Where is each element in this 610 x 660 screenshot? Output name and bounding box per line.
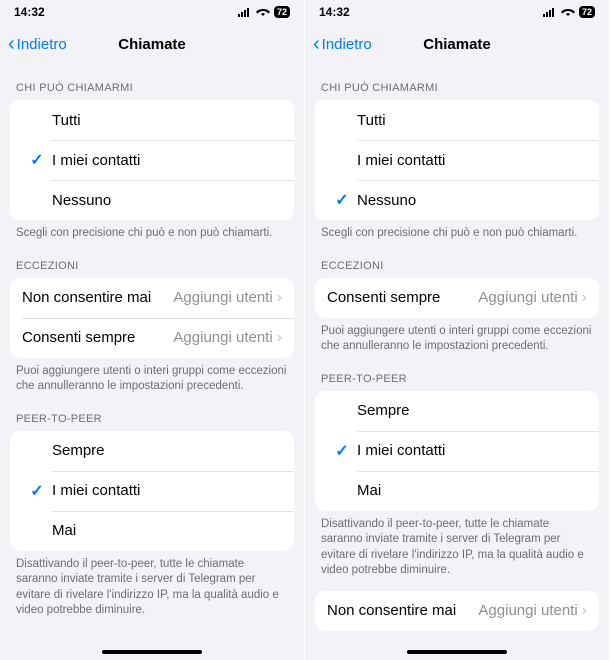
add-users-label: Aggiungi utenti <box>478 289 577 306</box>
signal-icon <box>543 7 557 17</box>
phone-left: 14:32 72 ‹ Indietro Chiamate CHI PUÒ CHI… <box>0 0 305 660</box>
chevron-right-icon: › <box>582 602 587 620</box>
section-header-p2p: PEER-TO-PEER <box>0 395 304 431</box>
option-label: Mai <box>52 522 282 539</box>
chevron-right-icon: › <box>277 329 282 347</box>
exceptions-group: Non consentire mai Aggiungi utenti › Con… <box>10 278 294 358</box>
option-contacts[interactable]: ✓ I miei contatti <box>10 140 294 180</box>
check-slot: ✓ <box>327 441 357 461</box>
wifi-icon <box>256 7 270 17</box>
check-slot: ✓ <box>22 150 52 170</box>
exceptions-group-bottom: Non consentire mai Aggiungi utenti › <box>315 591 599 631</box>
p2p-option-never[interactable]: Mai <box>315 471 599 511</box>
checkmark-icon: ✓ <box>30 481 43 501</box>
checkmark-icon: ✓ <box>30 150 43 170</box>
row-detail: Aggiungi utenti › <box>478 289 587 307</box>
row-detail: Aggiungi utenti › <box>173 329 282 347</box>
row-detail: Aggiungi utenti › <box>173 289 282 307</box>
option-contacts[interactable]: I miei contatti <box>315 140 599 180</box>
status-right: 72 <box>543 6 595 18</box>
never-allow-row[interactable]: Non consentire mai Aggiungi utenti › <box>10 278 294 318</box>
p2p-option-never[interactable]: Mai <box>10 511 294 551</box>
status-time: 14:32 <box>319 5 350 19</box>
section-header-exceptions: ECCEZIONI <box>305 242 609 278</box>
chevron-left-icon: ‹ <box>8 34 15 54</box>
section-header-p2p: PEER-TO-PEER <box>305 355 609 391</box>
row-label: Consenti sempre <box>22 329 135 346</box>
p2p-option-always[interactable]: Sempre <box>10 431 294 471</box>
option-label: Nessuno <box>52 192 282 209</box>
p2p-group: Sempre ✓ I miei contatti Mai <box>10 431 294 551</box>
wifi-icon <box>561 7 575 17</box>
option-label: Sempre <box>52 442 282 459</box>
option-label: Nessuno <box>357 192 587 209</box>
phone-right: 14:32 72 ‹ Indietro Chiamate CHI PUÒ CHI… <box>305 0 610 660</box>
add-users-label: Aggiungi utenti <box>173 289 272 306</box>
row-label: Non consentire mai <box>22 289 151 306</box>
section-header-who: CHI PUÒ CHIAMARMI <box>305 64 609 100</box>
battery-indicator: 72 <box>274 6 290 18</box>
status-bar: 14:32 72 <box>0 0 304 24</box>
p2p-option-contacts[interactable]: ✓ I miei contatti <box>10 471 294 511</box>
add-users-label: Aggiungi utenti <box>173 329 272 346</box>
option-label: I miei contatti <box>357 152 587 169</box>
content: CHI PUÒ CHIAMARMI Tutti I miei contatti … <box>305 64 609 651</box>
row-detail: Aggiungi utenti › <box>478 602 587 620</box>
status-right: 72 <box>238 6 290 18</box>
battery-indicator: 72 <box>579 6 595 18</box>
back-label: Indietro <box>17 36 67 53</box>
option-label: Sempre <box>357 402 587 419</box>
section-footer-who: Scegli con precisione chi può e non può … <box>305 220 609 242</box>
section-footer-who: Scegli con precisione chi può e non può … <box>0 220 304 242</box>
option-label: I miei contatti <box>52 152 282 169</box>
option-label: Mai <box>357 482 587 499</box>
exceptions-group: Consenti sempre Aggiungi utenti › <box>315 278 599 318</box>
status-time: 14:32 <box>14 5 45 19</box>
option-label: Tutti <box>52 112 282 129</box>
p2p-group: Sempre ✓ I miei contatti Mai <box>315 391 599 511</box>
who-can-call-group: Tutti I miei contatti ✓ Nessuno <box>315 100 599 220</box>
checkmark-icon: ✓ <box>335 190 348 210</box>
p2p-option-contacts[interactable]: ✓ I miei contatti <box>315 431 599 471</box>
row-label: Non consentire mai <box>327 602 456 619</box>
option-label: I miei contatti <box>52 482 282 499</box>
section-header-exceptions: ECCEZIONI <box>0 242 304 278</box>
option-label: Tutti <box>357 112 587 129</box>
who-can-call-group: Tutti ✓ I miei contatti Nessuno <box>10 100 294 220</box>
home-indicator <box>407 650 507 654</box>
row-label: Consenti sempre <box>327 289 440 306</box>
signal-icon <box>238 7 252 17</box>
p2p-option-always[interactable]: Sempre <box>315 391 599 431</box>
section-footer-p2p: Disattivando il peer-to-peer, tutte le c… <box>0 551 304 619</box>
check-slot: ✓ <box>327 190 357 210</box>
home-indicator <box>102 650 202 654</box>
always-allow-row[interactable]: Consenti sempre Aggiungi utenti › <box>10 318 294 358</box>
always-allow-row[interactable]: Consenti sempre Aggiungi utenti › <box>315 278 599 318</box>
navigation-bar: ‹ Indietro Chiamate <box>0 24 304 64</box>
chevron-right-icon: › <box>277 289 282 307</box>
option-none[interactable]: ✓ Nessuno <box>315 180 599 220</box>
chevron-left-icon: ‹ <box>313 34 320 54</box>
status-bar: 14:32 72 <box>305 0 609 24</box>
option-all[interactable]: Tutti <box>315 100 599 140</box>
section-footer-p2p: Disattivando il peer-to-peer, tutte le c… <box>305 511 609 579</box>
section-footer-exceptions: Puoi aggiungere utenti o interi gruppi c… <box>0 358 304 395</box>
option-none[interactable]: Nessuno <box>10 180 294 220</box>
option-label: I miei contatti <box>357 442 587 459</box>
check-slot: ✓ <box>22 481 52 501</box>
checkmark-icon: ✓ <box>335 441 348 461</box>
section-footer-exceptions: Puoi aggiungere utenti o interi gruppi c… <box>305 318 609 355</box>
back-button[interactable]: ‹ Indietro <box>8 34 67 54</box>
content: CHI PUÒ CHIAMARMI Tutti ✓ I miei contatt… <box>0 64 304 639</box>
option-all[interactable]: Tutti <box>10 100 294 140</box>
chevron-right-icon: › <box>582 289 587 307</box>
navigation-bar: ‹ Indietro Chiamate <box>305 24 609 64</box>
back-label: Indietro <box>322 36 372 53</box>
add-users-label: Aggiungi utenti <box>478 602 577 619</box>
section-header-who: CHI PUÒ CHIAMARMI <box>0 64 304 100</box>
back-button[interactable]: ‹ Indietro <box>313 34 372 54</box>
never-allow-row[interactable]: Non consentire mai Aggiungi utenti › <box>315 591 599 631</box>
